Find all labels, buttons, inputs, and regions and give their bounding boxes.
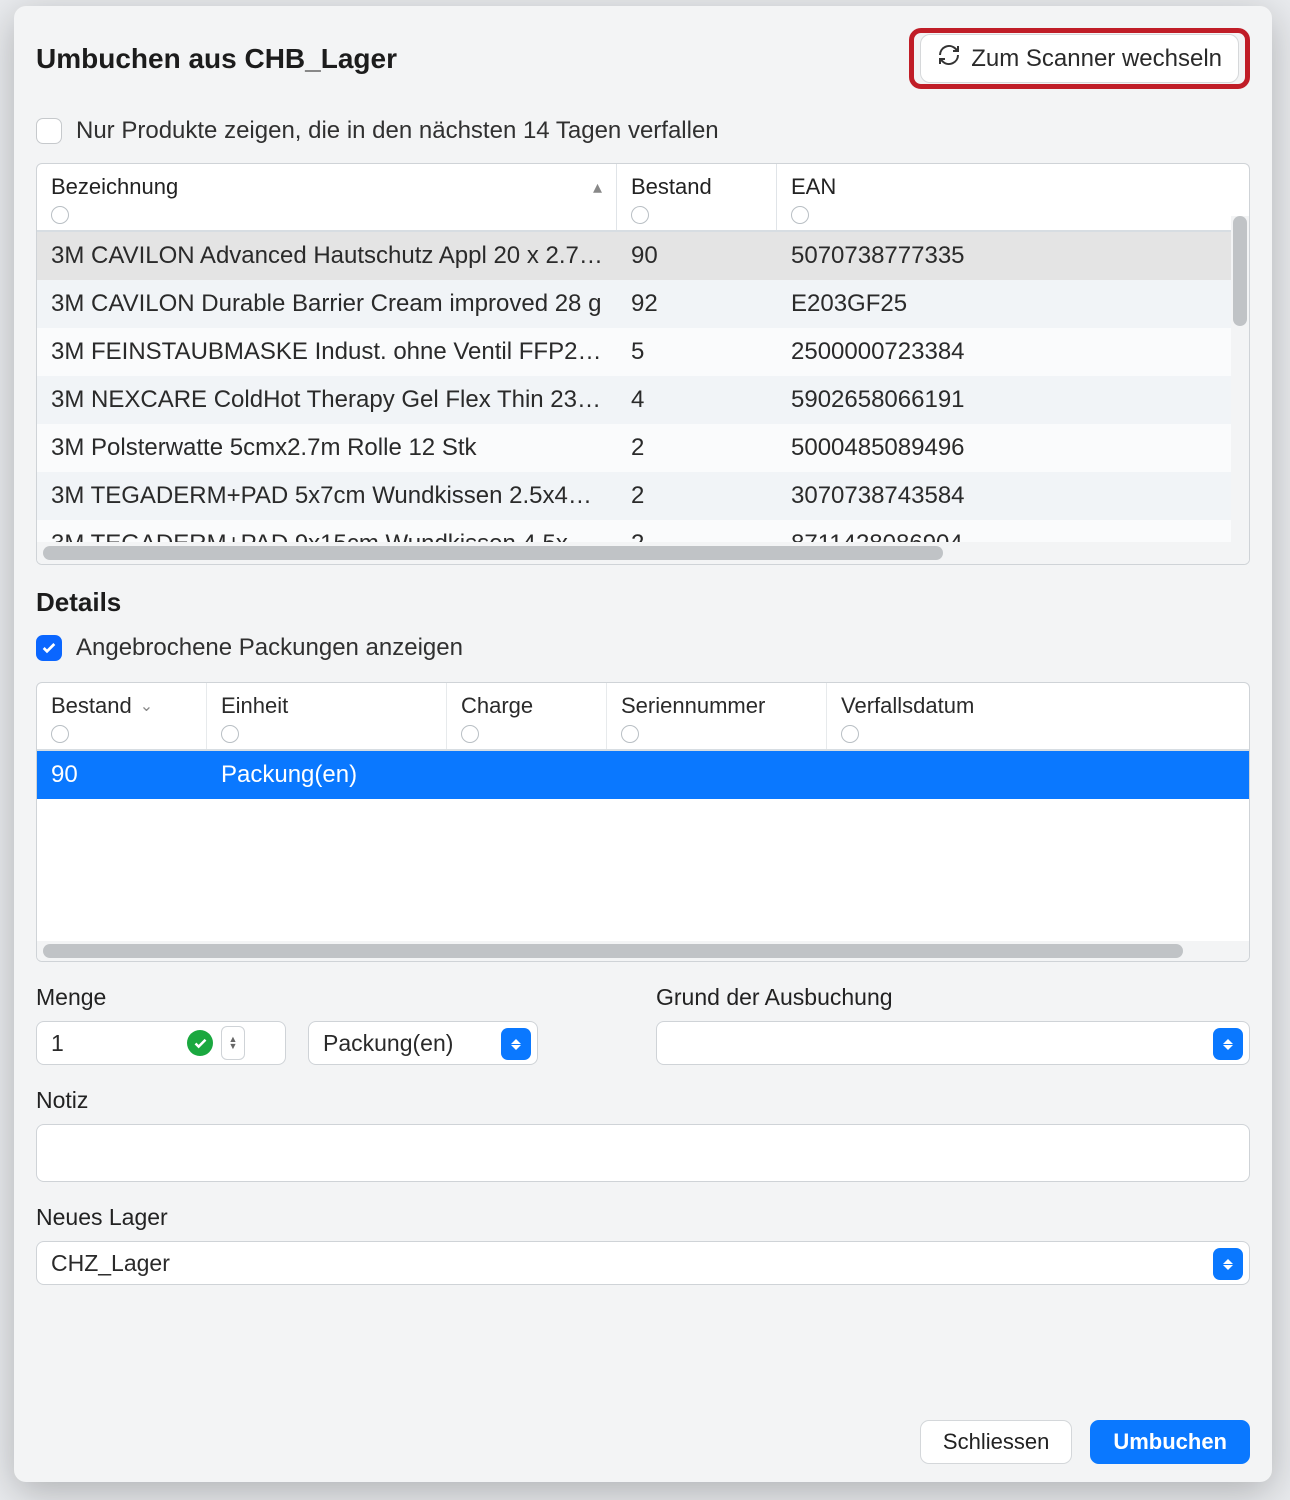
cell-stock: 2 [617,482,777,510]
menge-label: Menge [36,984,630,1011]
dcol-charge[interactable]: Charge [447,683,607,749]
table-row[interactable]: 3M Polsterwatte 5cmx2.7m Rolle 12 Stk250… [37,424,1249,472]
cell-name: 3M CAVILON Advanced Hautschutz Appl 20 x… [37,242,617,270]
unit-select[interactable]: Packung(en) [308,1021,538,1065]
filter-radio[interactable] [221,725,239,743]
grund-select[interactable] [656,1021,1250,1065]
cell-ean: 5902658066191 [777,386,1249,414]
cell-name: 3M FEINSTAUBMASKE Indust. ohne Ventil FF… [37,338,617,366]
table-row[interactable]: 3M CAVILON Advanced Hautschutz Appl 20 x… [37,232,1249,280]
close-button[interactable]: Schliessen [920,1420,1072,1464]
cell-stock: 5 [617,338,777,366]
table-row[interactable]: 3M CAVILON Durable Barrier Cream improve… [37,280,1249,328]
umbuchen-button[interactable]: Umbuchen [1090,1420,1250,1464]
cell-ean: 3070738743584 [777,482,1249,510]
horizontal-scrollbar[interactable] [37,941,1249,961]
grund-field-group: Grund der Ausbuchung [656,984,1250,1065]
cell-stock: 4 [617,386,777,414]
cell-ean: 8711428086904 [777,530,1249,542]
filter-radio[interactable] [51,206,69,224]
cell-name: 3M TEGADERM+PAD 9x15cm Wundkissen 4.5x10… [37,530,617,542]
col-bezeichnung[interactable]: Bezeichnung ▴ [37,164,617,230]
vertical-scrollbar[interactable] [1231,216,1249,542]
table-row[interactable]: 3M TEGADERM+PAD 5x7cm Wundkissen 2.5x4cm… [37,472,1249,520]
opened-packages-label: Angebrochene Packungen anzeigen [76,634,463,662]
filter-radio[interactable] [841,725,859,743]
chevron-updown-icon [501,1028,531,1060]
dcol-bestand[interactable]: Bestand ⌄ [37,683,207,749]
refresh-icon [937,43,961,74]
chevron-updown-icon [1213,1248,1243,1280]
product-table: Bezeichnung ▴ Bestand EAN 3M CAVILON Adv… [36,163,1250,565]
sort-icon: ⌄ [140,696,153,716]
notiz-field-group: Notiz [36,1087,1250,1182]
cell-stock: 2 [617,530,777,542]
cell-ean: E203GF25 [777,290,1249,318]
cell-stock: 92 [617,290,777,318]
notiz-input[interactable] [36,1124,1250,1182]
cell-ean: 2500000723384 [777,338,1249,366]
col-bestand[interactable]: Bestand [617,164,777,230]
check-icon [187,1030,213,1056]
table-row[interactable]: 3M TEGADERM+PAD 9x15cm Wundkissen 4.5x10… [37,520,1249,542]
scanner-button-label: Zum Scanner wechseln [971,45,1222,73]
notiz-label: Notiz [36,1087,1250,1114]
cell-ean: 5070738777335 [777,242,1249,270]
cell-stock: 2 [617,434,777,462]
product-table-body[interactable]: 3M CAVILON Advanced Hautschutz Appl 20 x… [37,232,1249,542]
dcol-exp[interactable]: Verfallsdatum [827,683,1249,749]
details-row[interactable]: 90 Packung(en) [37,751,1249,799]
menge-field-group: Menge 1 ▲▼ Packung(en) [36,984,630,1065]
cell-name: 3M Polsterwatte 5cmx2.7m Rolle 12 Stk [37,434,617,462]
product-table-header: Bezeichnung ▴ Bestand EAN [37,164,1249,232]
qty-stepper[interactable]: ▲▼ [221,1026,245,1060]
cell-stock: 90 [617,242,777,270]
cell-name: 3M CAVILON Durable Barrier Cream improve… [37,290,617,318]
lager-select[interactable]: CHZ_Lager [36,1241,1250,1285]
filter-radio[interactable] [791,206,809,224]
cell-name: 3M NEXCARE ColdHot Therapy Gel Flex Thin… [37,386,617,414]
grund-label: Grund der Ausbuchung [656,984,1250,1011]
dcol-serial[interactable]: Seriennummer [607,683,827,749]
menge-input[interactable]: 1 ▲▼ [36,1021,286,1065]
filter-radio[interactable] [631,206,649,224]
table-row[interactable]: 3M FEINSTAUBMASKE Indust. ohne Ventil FF… [37,328,1249,376]
filter-radio[interactable] [621,725,639,743]
opened-packages-checkbox[interactable] [36,635,62,661]
details-table: Bestand ⌄ Einheit Charge Seriennummer Ve… [36,682,1250,962]
chevron-updown-icon [1213,1028,1243,1060]
sort-asc-icon: ▴ [593,177,602,198]
cell-name: 3M TEGADERM+PAD 5x7cm Wundkissen 2.5x4cm… [37,482,617,510]
cell-ean: 5000485089496 [777,434,1249,462]
filter-radio[interactable] [461,725,479,743]
scanner-highlight: Zum Scanner wechseln [909,28,1250,89]
details-heading: Details [36,587,1250,618]
rebook-modal: Umbuchen aus CHB_Lager Zum Scanner wechs… [14,6,1272,1482]
filter-radio[interactable] [51,725,69,743]
lager-label: Neues Lager [36,1204,1250,1231]
horizontal-scrollbar[interactable] [37,542,1249,564]
details-table-body[interactable]: 90 Packung(en) [37,751,1249,941]
table-row[interactable]: 3M NEXCARE ColdHot Therapy Gel Flex Thin… [37,376,1249,424]
expiry-filter-label: Nur Produkte zeigen, die in den nächsten… [76,117,719,145]
dcol-einheit[interactable]: Einheit [207,683,447,749]
switch-to-scanner-button[interactable]: Zum Scanner wechseln [920,34,1239,83]
lager-field-group: Neues Lager CHZ_Lager [36,1204,1250,1285]
modal-title: Umbuchen aus CHB_Lager [36,43,397,75]
expiry-filter-checkbox[interactable] [36,118,62,144]
col-ean[interactable]: EAN [777,164,1249,230]
